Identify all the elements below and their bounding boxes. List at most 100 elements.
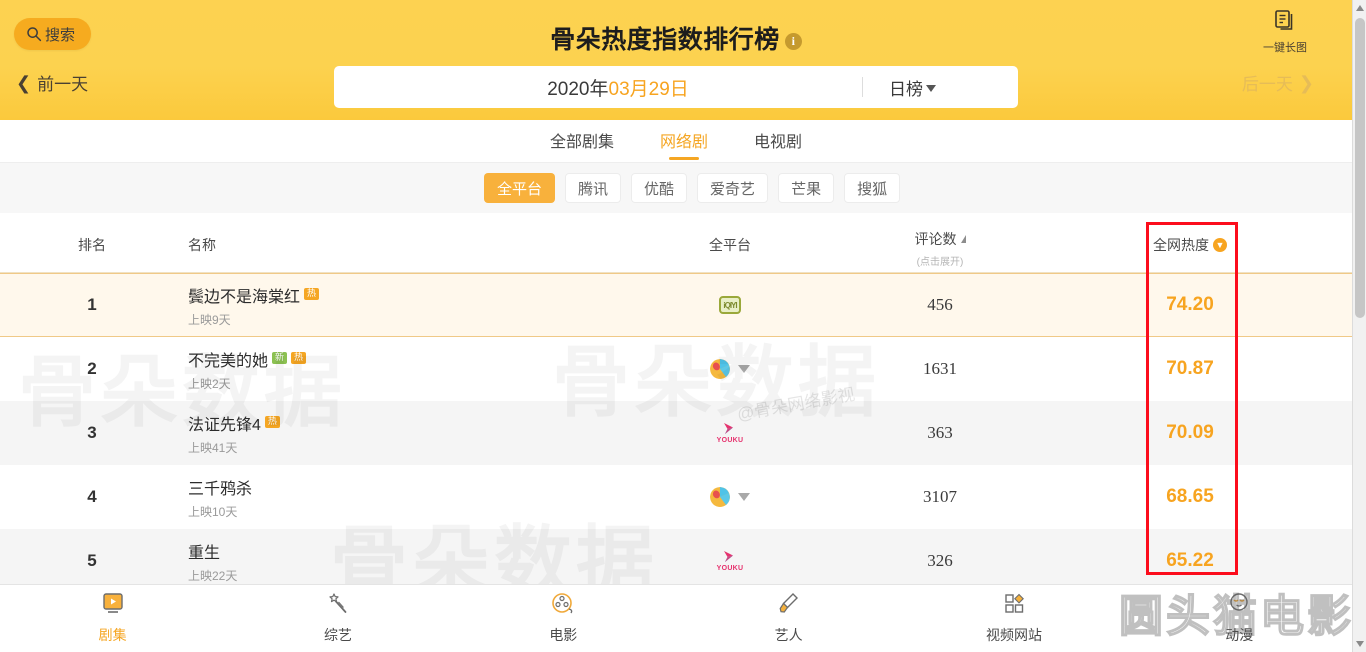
long-image-label: 一键长图	[1263, 42, 1307, 54]
platform-chip-sohu[interactable]: 搜狐	[844, 173, 901, 203]
row-heat: 70.09	[1166, 422, 1214, 443]
column-header-name: 名称	[188, 237, 216, 253]
tab-tv-series[interactable]: 电视剧	[754, 122, 802, 160]
platform-chip-sohu-label: 搜狐	[857, 180, 888, 198]
row-comments: 3107	[923, 487, 957, 506]
rank-period-dropdown[interactable]: 日榜	[863, 75, 1018, 100]
nav-item-series[interactable]: 剧集	[0, 585, 225, 652]
scroll-up-icon[interactable]	[1353, 0, 1366, 16]
row-name-cell[interactable]: 法证先锋4 热 上映41天	[188, 401, 280, 465]
film-reel-icon	[550, 592, 576, 619]
nav-item-video-sites[interactable]: 视频网站	[901, 585, 1126, 652]
badge-hot: 热	[264, 415, 280, 428]
badge-hot: 热	[291, 351, 307, 364]
badge-hot: 热	[304, 287, 320, 300]
scrollbar-thumb[interactable]	[1355, 18, 1365, 318]
table-row[interactable]: 3 法证先锋4 热 上映41天 YOUKU 363 70.09	[0, 401, 1352, 465]
bottom-navigation: 剧集 综艺 电影 艺人 视频网站 动漫	[0, 584, 1352, 652]
row-comments: 363	[927, 423, 953, 442]
row-subtitle: 上映41天	[188, 440, 238, 455]
date-display[interactable]: 2020年03月29日	[334, 74, 862, 101]
row-platform-cell[interactable]	[660, 337, 800, 401]
nav-item-movie[interactable]: 电影	[451, 585, 676, 652]
mango-tv-logo-icon	[710, 487, 730, 507]
row-title: 法证先锋4	[188, 416, 261, 434]
nav-item-artist[interactable]: 艺人	[676, 585, 901, 652]
chevron-left-icon: ❮	[16, 72, 32, 93]
anime-icon	[1226, 592, 1252, 619]
row-rank: 4	[87, 487, 97, 506]
long-image-button[interactable]: 一键长图	[1246, 8, 1324, 55]
date-year: 2020年	[547, 78, 609, 100]
chevron-down-icon	[926, 85, 936, 92]
ranking-page: 搜索 骨朵热度指数排行榜 i 一键长图 ❮ 前一天 后一天 ❯ 2020年03月…	[0, 0, 1366, 652]
platform-chip-youku[interactable]: 优酷	[631, 173, 688, 203]
table-header-row: 排名 名称 全平台 评论数 (点击展开) 全网热度 ▼	[0, 213, 1352, 273]
nav-item-variety-label: 综艺	[323, 627, 352, 643]
date-month: 03月	[608, 78, 649, 100]
scroll-down-icon[interactable]	[1353, 636, 1366, 652]
column-header-platform: 全平台	[709, 237, 751, 253]
row-platform-cell[interactable]: YOUKU	[660, 401, 800, 465]
row-rank: 1	[87, 295, 97, 314]
platform-chip-mango-label: 芒果	[791, 180, 822, 198]
vertical-scrollbar[interactable]	[1352, 0, 1366, 652]
info-icon[interactable]: i	[784, 32, 802, 50]
row-heat: 68.65	[1166, 486, 1214, 507]
paintbrush-icon	[776, 592, 802, 619]
row-name-cell[interactable]: 不完美的她 新 热 上映2天	[188, 337, 307, 401]
sort-descending-icon[interactable]: ▼	[1213, 238, 1227, 252]
row-name-cell[interactable]: 鬓边不是海棠红 热 上映9天	[188, 274, 320, 336]
row-comments: 456	[927, 295, 953, 314]
table-row[interactable]: 2 不完美的她 新 热 上映2天 1631 70.87	[0, 337, 1352, 401]
column-header-rank: 排名	[78, 237, 106, 253]
next-day-label: 后一天	[1241, 75, 1293, 94]
iqiyi-logo-icon: iQIYI	[719, 296, 741, 314]
row-platform-cell[interactable]: iQIYI	[660, 274, 800, 336]
platform-chip-iqiyi[interactable]: 爱奇艺	[697, 173, 769, 203]
nav-item-anime[interactable]: 动漫	[1127, 585, 1352, 652]
next-day-button[interactable]: 后一天 ❯	[1242, 70, 1314, 95]
row-name-cell[interactable]: 三千鸦杀 上映10天	[188, 465, 252, 529]
platform-chip-youku-label: 优酷	[644, 180, 675, 198]
row-subtitle: 上映10天	[188, 504, 238, 519]
mango-tv-logo-icon	[710, 359, 730, 379]
previous-day-button[interactable]: ❮ 前一天	[16, 70, 88, 95]
tab-web-series-label: 网络剧	[659, 134, 708, 151]
badge-new: 新	[272, 351, 288, 364]
nav-item-anime-label: 动漫	[1225, 627, 1254, 643]
platform-chip-all[interactable]: 全平台	[484, 173, 556, 203]
row-title: 三千鸦杀	[188, 480, 253, 498]
chevron-right-icon: ❯	[1298, 72, 1314, 93]
platform-filter-bar: 全平台 腾讯 优酷 爱奇艺 芒果 搜狐	[0, 163, 1352, 213]
column-header-comments-hint: (点击展开)	[916, 257, 964, 268]
column-header-heat[interactable]: 全网热度 ▼	[1140, 235, 1240, 255]
nav-item-video-sites-label: 视频网站	[985, 627, 1042, 643]
row-rank: 3	[87, 423, 97, 442]
play-box-icon	[100, 592, 126, 619]
tab-all-series[interactable]: 全部剧集	[550, 122, 614, 160]
youku-logo-icon: YOUKU	[717, 550, 744, 572]
category-tabs: 全部剧集 网络剧 电视剧	[0, 120, 1352, 163]
table-row[interactable]: 4 三千鸦杀 上映10天 3107 68.65	[0, 465, 1352, 529]
column-header-comments[interactable]: 评论数	[880, 229, 1000, 249]
row-title: 鬓边不是海棠红	[188, 288, 301, 306]
date-selector[interactable]: 2020年03月29日 日榜	[334, 66, 1018, 108]
magic-wand-icon	[325, 592, 351, 619]
expand-platforms-icon[interactable]	[738, 493, 750, 501]
row-title: 重生	[188, 544, 221, 562]
table-row[interactable]: 1 鬓边不是海棠红 热 上映9天 iQIYI 456 74.20	[0, 273, 1352, 337]
nav-item-artist-label: 艺人	[774, 627, 803, 643]
rank-period-label: 日榜	[889, 79, 923, 99]
platform-chip-tencent[interactable]: 腾讯	[565, 173, 622, 203]
expand-platforms-icon[interactable]	[738, 365, 750, 373]
row-platform-cell[interactable]	[660, 465, 800, 529]
sort-ascending-icon[interactable]	[960, 235, 966, 243]
platform-chip-mango[interactable]: 芒果	[778, 173, 835, 203]
tab-web-series[interactable]: 网络剧	[660, 122, 708, 160]
column-header-heat-label: 全网热度	[1153, 237, 1209, 253]
platform-chip-all-label: 全平台	[497, 180, 543, 198]
nav-item-variety[interactable]: 综艺	[225, 585, 450, 652]
row-heat: 70.87	[1166, 358, 1214, 379]
grid-squares-icon	[1001, 592, 1027, 619]
